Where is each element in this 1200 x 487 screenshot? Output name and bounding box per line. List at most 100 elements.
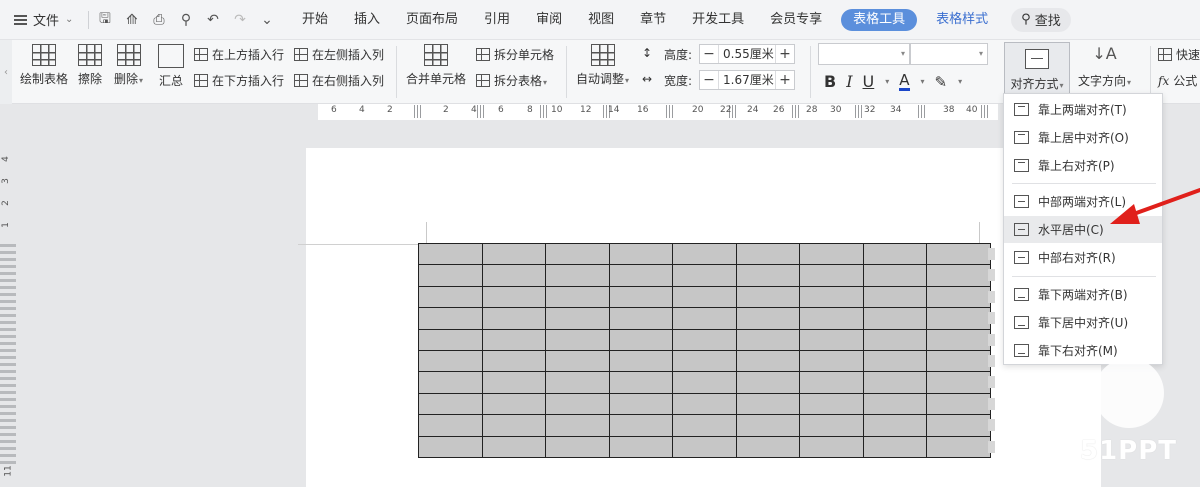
height-decrease-button[interactable]: −	[700, 45, 718, 63]
align-top-justify[interactable]: 靠上两端对齐(T)	[1004, 96, 1162, 123]
table-cell[interactable]	[672, 328, 737, 351]
table-cell[interactable]	[608, 307, 673, 330]
tab-home[interactable]: 开始	[289, 0, 341, 40]
height-increase-button[interactable]: +	[776, 45, 794, 63]
table-cell[interactable]	[481, 349, 546, 373]
table-cell[interactable]	[418, 285, 483, 309]
font-name-select[interactable]: ▾	[818, 43, 910, 65]
tab-view[interactable]: 视图	[575, 0, 627, 40]
table-cell[interactable]	[608, 285, 673, 309]
table-cell[interactable]	[418, 371, 483, 394]
table-cell[interactable]	[672, 307, 737, 330]
table-cell[interactable]	[862, 435, 927, 458]
ruler-column-marker[interactable]	[540, 105, 549, 118]
table-cell[interactable]	[862, 371, 927, 394]
table-cell[interactable]	[481, 242, 546, 266]
format-painter-icon[interactable]: ⟰	[120, 8, 144, 32]
ruler-column-marker[interactable]	[918, 105, 927, 118]
document-page[interactable]	[298, 148, 1101, 487]
table-cell[interactable]	[545, 371, 610, 394]
insert-col-left-button[interactable]: 在左侧插入列	[294, 46, 384, 63]
table-cell[interactable]	[735, 264, 800, 287]
redo-icon[interactable]: ↷	[228, 8, 252, 32]
table-cell[interactable]	[545, 392, 610, 416]
customize-icon[interactable]: ⌄	[255, 8, 279, 32]
chevron-down-icon[interactable]: ▾	[885, 77, 889, 86]
width-value[interactable]: 1.67厘米	[718, 71, 776, 89]
height-stepper[interactable]: − 0.55厘米 +	[699, 44, 795, 64]
height-value[interactable]: 0.55厘米	[718, 45, 776, 63]
table-cell[interactable]	[926, 264, 991, 287]
auto-fit-button[interactable]: 自动调整▾	[576, 44, 629, 87]
ribbon-scroll-left-button[interactable]: ‹	[0, 40, 12, 104]
table-cell[interactable]	[926, 307, 991, 330]
ruler-column-marker[interactable]	[477, 105, 486, 118]
table-cell[interactable]	[862, 264, 927, 287]
table-cell[interactable]	[926, 285, 991, 309]
table-cell[interactable]	[799, 328, 864, 351]
table-cell[interactable]	[481, 285, 546, 309]
table-cell[interactable]	[735, 435, 800, 458]
tab-review[interactable]: 审阅	[523, 0, 575, 40]
table-cell[interactable]	[608, 392, 673, 416]
table-cell[interactable]	[926, 414, 991, 437]
formula-button[interactable]: fx 公式	[1158, 72, 1197, 89]
table-cell[interactable]	[545, 307, 610, 330]
table-cell[interactable]	[545, 285, 610, 309]
table-cell[interactable]	[608, 371, 673, 394]
draw-table-button[interactable]: 绘制表格	[20, 44, 68, 87]
align-middle-right[interactable]: 中部右对齐(R)	[1004, 244, 1162, 271]
insert-col-right-button[interactable]: 在右侧插入列	[294, 72, 384, 89]
chevron-down-icon[interactable]: ▾	[958, 77, 962, 86]
ruler-column-marker[interactable]	[792, 105, 801, 118]
document-table[interactable]	[418, 242, 991, 458]
table-cell[interactable]	[481, 371, 546, 394]
width-decrease-button[interactable]: −	[700, 71, 718, 89]
table-cell[interactable]	[672, 264, 737, 287]
table-cell[interactable]	[608, 264, 673, 287]
table-cell[interactable]	[672, 242, 737, 266]
table-cell[interactable]	[799, 349, 864, 373]
table-cell[interactable]	[862, 242, 927, 266]
table-cell[interactable]	[735, 307, 800, 330]
split-cells-button[interactable]: 拆分单元格	[476, 46, 554, 63]
highlight-icon[interactable]: ✎	[935, 73, 948, 91]
table-cell[interactable]	[608, 328, 673, 351]
search-button[interactable]: ⚲ 查找	[1011, 7, 1071, 32]
tab-developer[interactable]: 开发工具	[679, 0, 757, 40]
tab-section[interactable]: 章节	[627, 0, 679, 40]
table-cell[interactable]	[735, 285, 800, 309]
tab-member[interactable]: 会员专享	[757, 0, 835, 40]
table-cell[interactable]	[862, 414, 927, 437]
table-cell[interactable]	[799, 264, 864, 287]
table-cell[interactable]	[672, 414, 737, 437]
table-cell[interactable]	[672, 285, 737, 309]
table-cell[interactable]	[672, 349, 737, 373]
table-cell[interactable]	[926, 371, 991, 394]
table-cell[interactable]	[926, 328, 991, 351]
undo-icon[interactable]: ↶	[201, 8, 225, 32]
table-cell[interactable]	[735, 328, 800, 351]
insert-row-above-button[interactable]: 在上方插入行	[194, 46, 284, 63]
tab-insert[interactable]: 插入	[341, 0, 393, 40]
underline-button[interactable]: U	[863, 72, 875, 91]
ruler-column-marker[interactable]	[414, 105, 423, 118]
table-cell[interactable]	[418, 242, 483, 266]
table-cell[interactable]	[799, 285, 864, 309]
table-cell[interactable]	[608, 242, 673, 266]
table-cell[interactable]	[799, 435, 864, 458]
width-increase-button[interactable]: +	[776, 71, 794, 89]
delete-button[interactable]: 删除▾	[114, 44, 143, 87]
width-stepper[interactable]: − 1.67厘米 +	[699, 70, 795, 90]
table-cell[interactable]	[545, 349, 610, 373]
table-cell[interactable]	[735, 371, 800, 394]
table-cell[interactable]	[545, 328, 610, 351]
table-cell[interactable]	[672, 392, 737, 416]
save-icon[interactable]: 🖫	[93, 8, 117, 32]
table-cell[interactable]	[799, 242, 864, 266]
tab-page-layout[interactable]: 页面布局	[393, 0, 471, 40]
table-cell[interactable]	[418, 349, 483, 373]
bold-button[interactable]: B	[824, 72, 836, 91]
tab-table-tools[interactable]: 表格工具	[841, 8, 918, 31]
table-cell[interactable]	[862, 328, 927, 351]
